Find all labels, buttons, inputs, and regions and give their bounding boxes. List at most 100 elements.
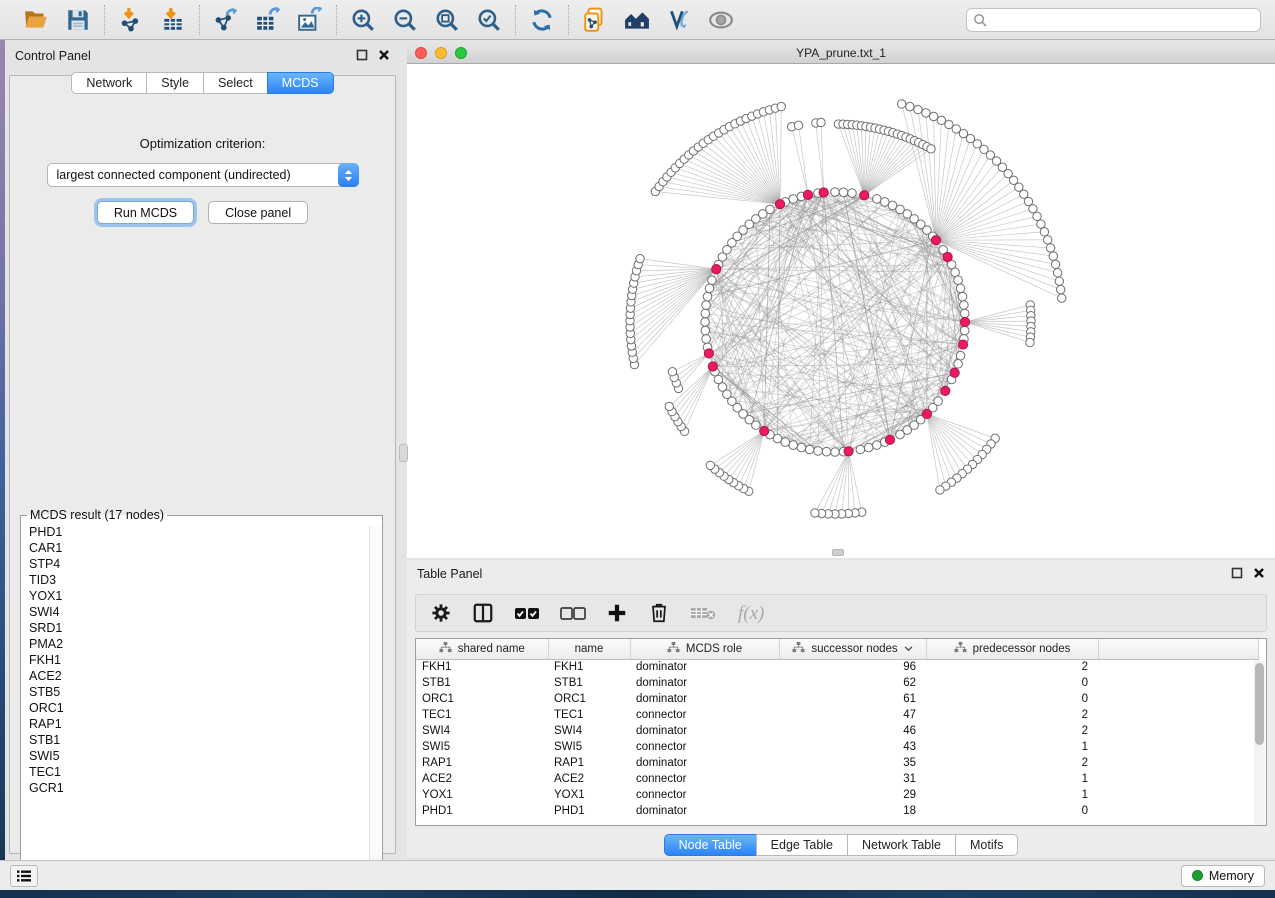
cell-mcds_role[interactable]: dominator (630, 675, 779, 691)
table-row[interactable]: ACE2ACE2connector311 (416, 771, 1258, 787)
cell-mcds_role[interactable]: connector (630, 771, 779, 787)
ring-node[interactable] (797, 443, 806, 452)
search-input[interactable] (966, 8, 1261, 32)
mcds-hub-node[interactable] (704, 349, 713, 358)
cell-shared_name[interactable]: TEC1 (416, 707, 548, 723)
mcds-hub-node[interactable] (860, 191, 869, 200)
ring-node[interactable] (705, 284, 714, 293)
leaf-node[interactable] (1037, 220, 1045, 228)
cell-name[interactable]: SWI4 (548, 723, 630, 739)
cell-predecessor_nodes[interactable]: 0 (926, 675, 1098, 691)
split-pane-handle[interactable] (399, 444, 408, 462)
ring-node[interactable] (954, 276, 963, 285)
cell-successor_nodes[interactable]: 35 (779, 755, 926, 771)
leaf-node[interactable] (1026, 338, 1034, 346)
mcds-hub-node[interactable] (922, 409, 931, 418)
cell-name[interactable]: YOX1 (548, 787, 630, 803)
ring-node[interactable] (960, 301, 969, 310)
cell-name[interactable]: ORC1 (548, 691, 630, 707)
leaf-node[interactable] (1046, 244, 1054, 252)
leaf-node[interactable] (914, 105, 922, 113)
unselect-all-icon[interactable] (560, 604, 586, 622)
cell-predecessor_nodes[interactable]: 2 (926, 755, 1098, 771)
cell-successor_nodes[interactable]: 29 (779, 787, 926, 803)
leaf-node[interactable] (922, 109, 930, 117)
mcds-hub-node[interactable] (819, 188, 828, 197)
leaf-node[interactable] (665, 402, 673, 410)
mcds-result-item[interactable]: PHD1 (29, 524, 382, 540)
table-row[interactable]: FKH1FKH1dominator962 (416, 659, 1258, 675)
cell-shared_name[interactable]: YOX1 (416, 787, 548, 803)
column-header-name[interactable]: name (548, 639, 630, 659)
ring-node[interactable] (839, 188, 848, 197)
cell-predecessor_nodes[interactable]: 0 (926, 803, 1098, 819)
gear-icon[interactable] (430, 602, 452, 624)
leaf-node[interactable] (636, 254, 644, 262)
open-session-icon[interactable] (22, 6, 50, 34)
delete-table-icon[interactable] (690, 604, 716, 622)
hide-annotations-icon[interactable] (665, 6, 693, 34)
close-panel-button[interactable]: Close panel (208, 201, 308, 224)
zoom-fit-icon[interactable] (433, 6, 461, 34)
ring-node[interactable] (701, 309, 710, 318)
mcds-hub-node[interactable] (708, 362, 717, 371)
close-panel-icon[interactable] (378, 49, 390, 64)
cell-mcds_role[interactable]: dominator (630, 803, 779, 819)
mcds-hub-node[interactable] (760, 426, 769, 435)
leaf-node[interactable] (811, 509, 819, 517)
memory-button[interactable]: Memory (1181, 865, 1265, 887)
mcds-list-scrollbar[interactable] (369, 526, 381, 870)
mcds-result-item[interactable]: PMA2 (29, 636, 382, 652)
mcds-result-item[interactable]: SRD1 (29, 620, 382, 636)
ring-node[interactable] (958, 292, 967, 301)
show-home-icon[interactable] (623, 6, 651, 34)
save-session-icon[interactable] (64, 6, 92, 34)
leaf-node[interactable] (1029, 205, 1037, 213)
leaf-node[interactable] (929, 112, 937, 120)
table-row[interactable]: YOX1YOX1connector291 (416, 787, 1258, 803)
cell-shared_name[interactable]: STB1 (416, 675, 548, 691)
tab-select[interactable]: Select (203, 72, 267, 94)
column-header-MCDS-role[interactable]: MCDS role (630, 639, 779, 659)
refresh-layout-icon[interactable] (528, 6, 556, 34)
cell-shared_name[interactable]: SWI4 (416, 723, 548, 739)
ring-node[interactable] (789, 441, 798, 450)
ring-node[interactable] (951, 268, 960, 277)
select-all-icon[interactable] (514, 604, 540, 622)
float-panel-icon[interactable] (1231, 567, 1243, 582)
table-scrollbar-thumb[interactable] (1255, 663, 1264, 745)
mcds-result-item[interactable]: FKH1 (29, 652, 382, 668)
mcds-result-item[interactable]: SWI4 (29, 604, 382, 620)
delete-column-icon[interactable] (648, 602, 670, 624)
cell-mcds_role[interactable]: connector (630, 707, 779, 723)
show-graphics-details-icon[interactable] (707, 6, 735, 34)
leaf-node[interactable] (927, 145, 935, 153)
import-table-icon[interactable] (159, 6, 187, 34)
table-row[interactable]: SWI4SWI4dominator462 (416, 723, 1258, 739)
mcds-hub-node[interactable] (712, 265, 721, 274)
mcds-result-item[interactable]: TEC1 (29, 764, 382, 780)
cell-mcds_role[interactable]: dominator (630, 659, 779, 675)
leaf-node[interactable] (668, 368, 676, 376)
leaf-node[interactable] (706, 461, 714, 469)
cell-successor_nodes[interactable]: 47 (779, 707, 926, 723)
leaf-node[interactable] (794, 121, 802, 129)
cell-predecessor_nodes[interactable]: 2 (926, 707, 1098, 723)
ring-node[interactable] (708, 276, 717, 285)
leaf-node[interactable] (1055, 277, 1063, 285)
ring-node[interactable] (864, 443, 873, 452)
leaf-node[interactable] (777, 102, 785, 110)
function-builder-icon[interactable]: f(x) (736, 601, 774, 625)
network-window-titlebar[interactable]: YPA_prune.txt_1 (407, 42, 1275, 64)
ring-node[interactable] (766, 205, 775, 214)
mcds-result-item[interactable]: CAR1 (29, 540, 382, 556)
ring-node[interactable] (960, 326, 969, 335)
export-image-icon[interactable] (296, 6, 324, 34)
ring-node[interactable] (960, 309, 969, 318)
leaf-node[interactable] (817, 118, 825, 126)
run-mcds-button[interactable]: Run MCDS (97, 201, 194, 224)
tab-style[interactable]: Style (146, 72, 203, 94)
mcds-result-item[interactable]: STP4 (29, 556, 382, 572)
table-scrollbar-track[interactable] (1254, 661, 1265, 825)
ring-node[interactable] (805, 445, 814, 454)
